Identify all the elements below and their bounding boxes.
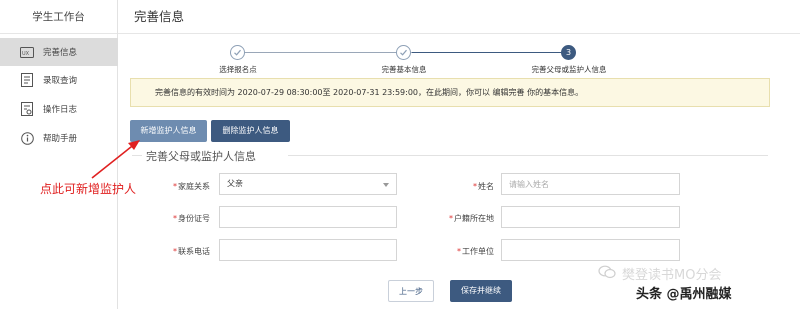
svg-text:UX: UX bbox=[22, 51, 30, 57]
page-header: 完善信息 bbox=[118, 0, 800, 34]
notice-text: 完善信息的有效时间为 2020-07-29 08:30:00至 2020-07-… bbox=[155, 88, 584, 97]
id-number-field[interactable] bbox=[219, 206, 397, 228]
required-mark: * bbox=[449, 214, 453, 223]
wechat-icon bbox=[598, 265, 616, 279]
chevron-down-icon bbox=[383, 183, 389, 187]
info-icon bbox=[20, 131, 34, 145]
phone-field[interactable] bbox=[219, 239, 397, 261]
employer-input[interactable] bbox=[509, 240, 679, 260]
phone-label-text: 联系电话 bbox=[178, 247, 210, 256]
step-1-check-icon bbox=[230, 45, 245, 60]
validity-notice: 完善信息的有效时间为 2020-07-29 08:30:00至 2020-07-… bbox=[130, 78, 770, 107]
phone-input[interactable] bbox=[227, 240, 396, 260]
id-number-label: *身份证号 bbox=[140, 213, 210, 224]
required-mark: * bbox=[473, 182, 477, 191]
relation-label-text: 家庭关系 bbox=[178, 182, 210, 191]
hukou-label: *户籍所在地 bbox=[424, 213, 494, 224]
log-icon bbox=[20, 102, 34, 116]
relation-select-value: 父亲 bbox=[227, 179, 243, 188]
sidebar-item-help-manual[interactable]: 帮助手册 bbox=[0, 124, 118, 152]
required-mark: * bbox=[173, 182, 177, 191]
employer-label-text: 工作单位 bbox=[462, 247, 494, 256]
step-1-label: 选择报名点 bbox=[219, 65, 257, 74]
required-mark: * bbox=[457, 247, 461, 256]
employer-field[interactable] bbox=[501, 239, 680, 261]
hukou-label-text: 户籍所在地 bbox=[454, 214, 494, 223]
step-connector bbox=[412, 52, 566, 53]
name-field[interactable] bbox=[501, 173, 680, 195]
step-2-label: 完善基本信息 bbox=[381, 65, 427, 74]
hukou-input[interactable] bbox=[509, 207, 679, 227]
hukou-field[interactable] bbox=[501, 206, 680, 228]
sidebar-item-complete-info[interactable]: UX 完善信息 bbox=[0, 38, 118, 66]
add-guardian-button[interactable]: 新增监护人信息 bbox=[130, 120, 207, 142]
sidebar-title: 学生工作台 bbox=[0, 0, 117, 34]
step-3-marker: 3 bbox=[561, 45, 576, 60]
sidebar-item-label: 完善信息 bbox=[43, 48, 78, 58]
name-input[interactable] bbox=[509, 174, 679, 194]
sidebar-item-admission-query[interactable]: 录取查询 bbox=[0, 66, 118, 94]
document-icon bbox=[20, 73, 34, 87]
phone-label: *联系电话 bbox=[140, 246, 210, 257]
employer-label: *工作单位 bbox=[424, 246, 494, 257]
id-number-label-text: 身份证号 bbox=[178, 214, 210, 223]
name-label-text: 姓名 bbox=[478, 182, 494, 191]
delete-guardian-button[interactable]: 删除监护人信息 bbox=[211, 120, 290, 142]
sidebar: 学生工作台 UX 完善信息 录取查询 操作日志 帮助手册 bbox=[0, 0, 118, 309]
page-title: 完善信息 bbox=[134, 9, 185, 24]
sidebar-item-operation-log[interactable]: 操作日志 bbox=[0, 95, 118, 123]
step-3-label: 完善父母或监护人信息 bbox=[531, 65, 607, 74]
relation-label: *家庭关系 bbox=[140, 181, 210, 192]
required-mark: * bbox=[173, 247, 177, 256]
sidebar-item-label: 操作日志 bbox=[43, 105, 78, 115]
required-mark: * bbox=[173, 214, 177, 223]
previous-step-button[interactable]: 上一步 bbox=[388, 280, 434, 302]
watermark-account: 樊登读书MO分会 bbox=[622, 268, 722, 283]
sidebar-item-label: 录取查询 bbox=[43, 76, 78, 86]
id-number-input[interactable] bbox=[227, 207, 396, 227]
sidebar-item-label: 帮助手册 bbox=[43, 134, 78, 144]
name-label: *姓名 bbox=[424, 181, 494, 192]
watermark-source: 头条 @禹州融媒 bbox=[636, 287, 732, 302]
step-2-check-icon bbox=[396, 45, 411, 60]
relation-select[interactable]: 父亲 bbox=[219, 173, 397, 195]
id-card-icon: UX bbox=[20, 45, 34, 59]
progress-stepper: 选择报名点 完善基本信息 3 完善父母或监护人信息 bbox=[118, 34, 800, 76]
save-continue-button[interactable]: 保存并继续 bbox=[450, 280, 512, 302]
annotation-text: 点此可新增监护人 bbox=[40, 182, 137, 196]
section-title: 完善父母或监护人信息 bbox=[146, 150, 256, 163]
